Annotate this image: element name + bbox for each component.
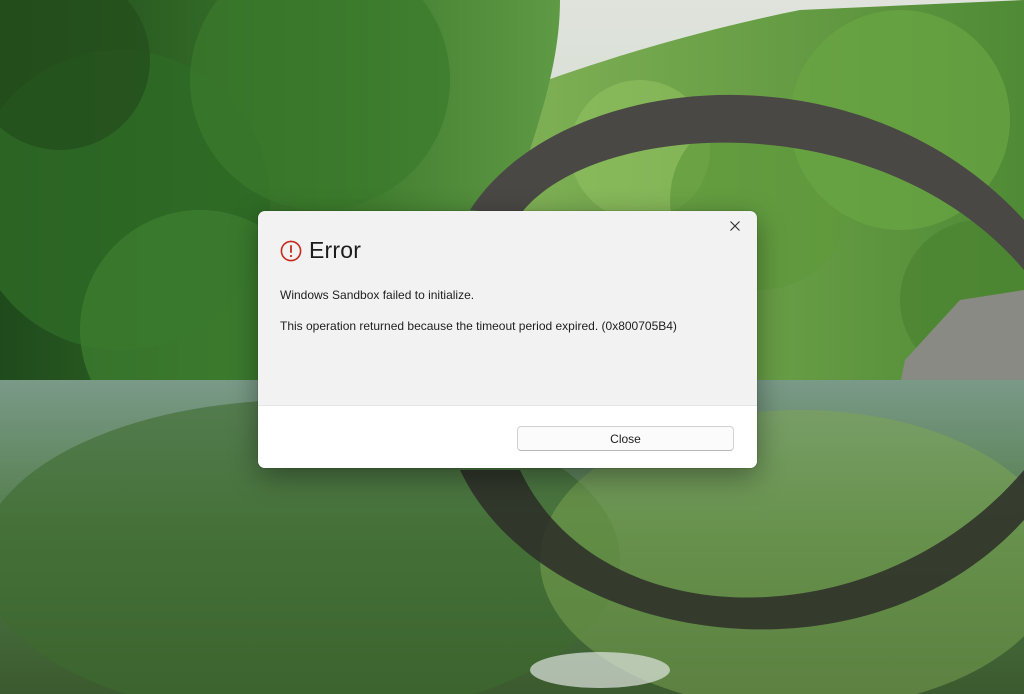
close-icon	[730, 221, 740, 231]
dialog-title: Error	[309, 237, 362, 263]
error-message-primary: Windows Sandbox failed to initialize.	[280, 288, 475, 302]
desktop: Error Windows Sandbox failed to initiali…	[0, 0, 1024, 694]
close-button[interactable]: Close	[517, 426, 734, 451]
error-message-detail: This operation returned because the time…	[280, 319, 677, 333]
dialog-footer: Close	[258, 405, 757, 468]
error-circle-icon	[280, 240, 302, 261]
dialog-header: Error	[280, 237, 361, 264]
title-bar-close-button[interactable]	[721, 215, 749, 237]
error-dialog: Error Windows Sandbox failed to initiali…	[258, 211, 757, 468]
